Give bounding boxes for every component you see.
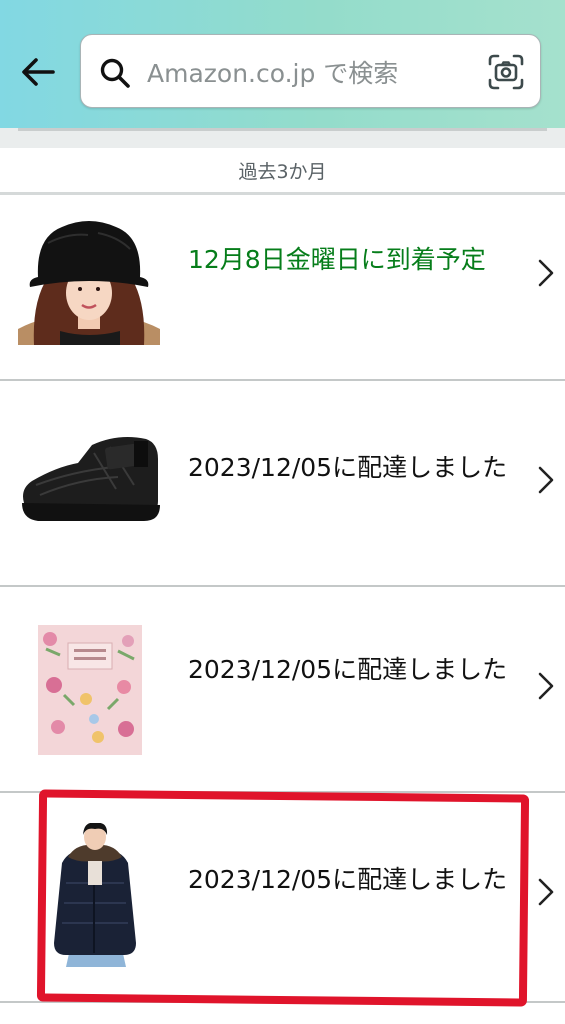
separator-line	[18, 128, 547, 131]
delivery-status: 12月8日金曜日に到着予定	[188, 245, 486, 274]
order-row-3[interactable]: 2023/12/05に配達しました	[0, 587, 565, 793]
period-label: 過去3か月	[0, 148, 565, 192]
delivery-status: 2023/12/05に配達しました	[188, 655, 508, 684]
fur-bucket-hat-icon	[18, 213, 160, 345]
search-box[interactable]	[80, 34, 541, 108]
chevron-right-icon	[538, 878, 554, 906]
back-arrow-icon	[22, 58, 55, 86]
chevron-right-icon	[538, 259, 554, 287]
back-button[interactable]	[18, 52, 58, 92]
search-input[interactable]	[145, 47, 479, 99]
delivery-status: 2023/12/05に配達しました	[188, 453, 508, 482]
order-row-2[interactable]: 2023/12/05に配達しました	[0, 381, 565, 587]
order-row-4[interactable]: 2023/12/05に配達しました	[0, 793, 565, 1003]
camera-search-icon[interactable]	[487, 53, 525, 91]
floral-letter-paper-icon	[38, 625, 142, 755]
search-icon	[100, 58, 130, 88]
navy-down-jacket-icon	[52, 823, 138, 967]
delivery-status: 2023/12/05に配達しました	[188, 865, 508, 894]
chevron-right-icon	[538, 672, 554, 700]
black-quilted-boot-icon	[22, 437, 160, 521]
chevron-right-icon	[538, 466, 554, 494]
order-row-1[interactable]: 12月8日金曜日に到着予定	[0, 195, 565, 381]
header-separator	[0, 128, 565, 148]
header-bar	[0, 0, 565, 128]
